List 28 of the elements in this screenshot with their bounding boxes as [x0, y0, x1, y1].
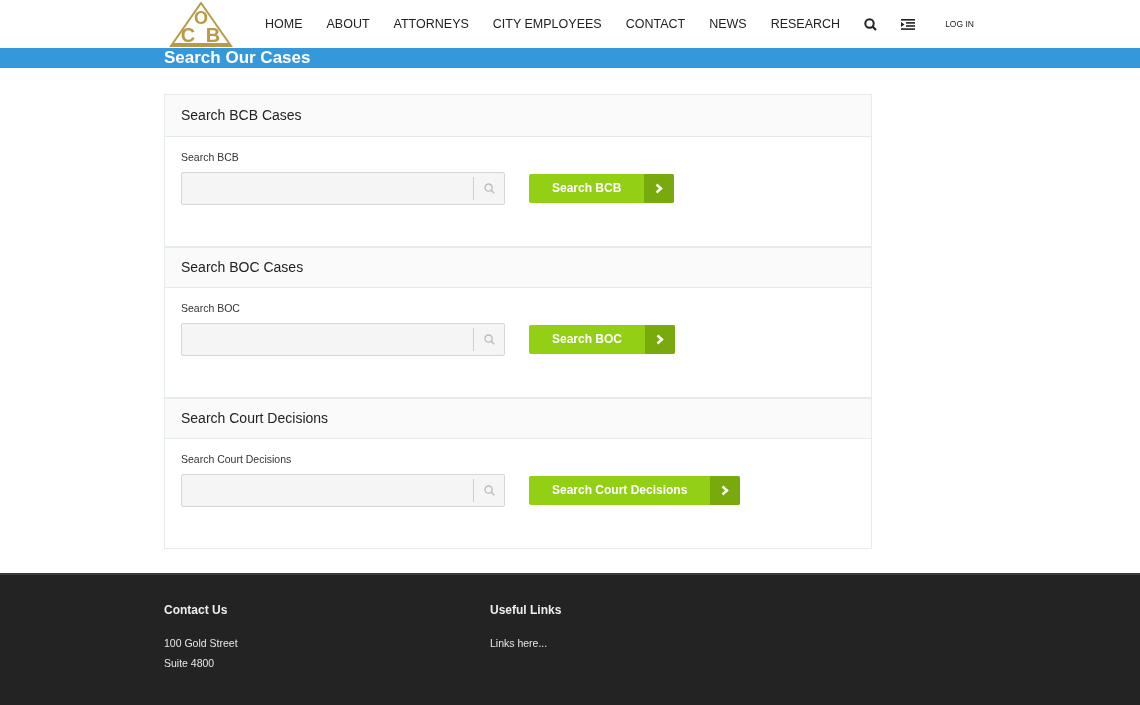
search-field[interactable] — [181, 172, 505, 206]
search-field[interactable] — [181, 323, 505, 357]
search-icon[interactable] — [864, 17, 878, 31]
nav-link[interactable]: RESEARCH — [770, 14, 841, 34]
field-label: Search BOC — [181, 301, 241, 317]
chevron-icon — [721, 485, 730, 497]
chevron-icon — [655, 183, 664, 195]
nav-link[interactable]: HOME — [265, 14, 303, 34]
nav-link[interactable]: ATTORNEYS — [393, 14, 469, 34]
page-title: Search Our Cases — [164, 48, 311, 69]
field-label: Search Court Decisions — [181, 452, 293, 468]
panel-title: Search BOC Cases — [181, 259, 304, 277]
chevron-icon — [656, 334, 665, 346]
menu-icon[interactable] — [901, 18, 916, 30]
field-label: Search BCB — [181, 150, 240, 166]
login-link[interactable]: LOG IN — [945, 17, 974, 31]
panel-title: Search Court Decisions — [181, 410, 329, 428]
nav-link[interactable]: ABOUT — [326, 14, 370, 34]
footer-heading: Contact Us — [164, 603, 229, 618]
nav-link[interactable]: CITY EMPLOYEES — [492, 14, 602, 34]
nav-link[interactable]: CONTACT — [625, 14, 686, 34]
footer-link[interactable]: Links here... — [490, 635, 816, 652]
panel-title: Search BCB Cases — [181, 107, 302, 125]
footer-text: 100 Gold Street — [164, 635, 239, 651]
footer-text: Suite 4800 — [164, 655, 216, 671]
search-field[interactable] — [181, 474, 505, 508]
footer-heading: Useful Links — [490, 603, 563, 618]
nav-link[interactable]: NEWS — [709, 14, 747, 34]
